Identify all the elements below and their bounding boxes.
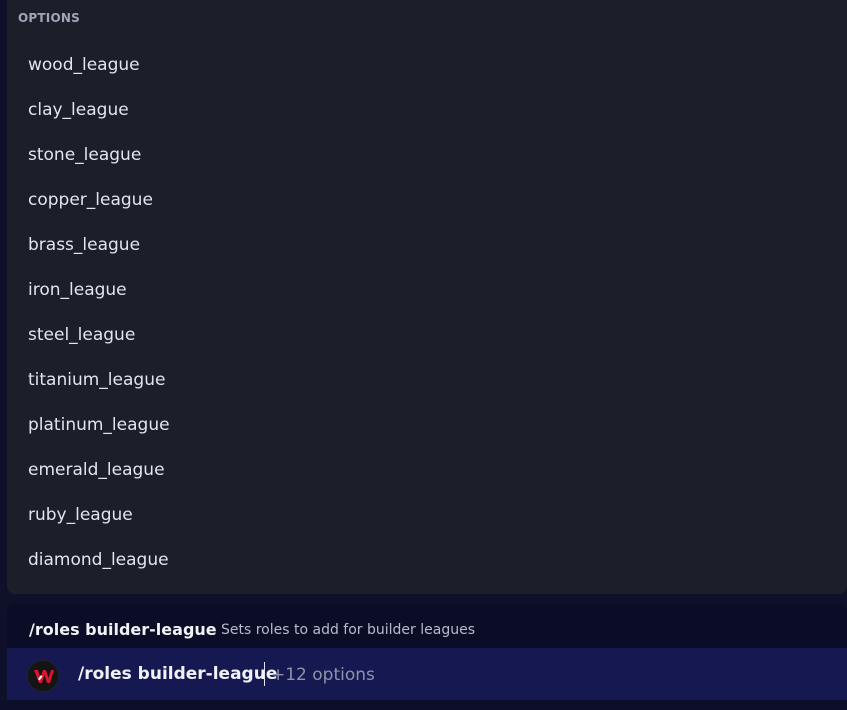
input-options-hint: +12 options: [271, 665, 375, 685]
bottom-edge: [0, 700, 847, 710]
command-suggestion[interactable]: /roles builder-league Sets roles to add …: [7, 604, 847, 648]
options-panel: OPTIONS wood_league clay_league stone_le…: [7, 0, 847, 594]
option-item[interactable]: clay_league: [7, 88, 847, 133]
option-list: wood_league clay_league stone_league cop…: [7, 43, 847, 583]
option-item[interactable]: emerald_league: [7, 448, 847, 493]
app-avatar-icon: [27, 660, 59, 692]
options-header: OPTIONS: [18, 11, 80, 25]
option-item[interactable]: ruby_league: [7, 493, 847, 538]
option-item[interactable]: steel_league: [7, 313, 847, 358]
option-item[interactable]: wood_league: [7, 43, 847, 88]
option-item[interactable]: platinum_league: [7, 403, 847, 448]
option-item[interactable]: brass_league: [7, 223, 847, 268]
option-item[interactable]: diamond_league: [7, 538, 847, 583]
command-name: /roles builder-league: [29, 620, 217, 639]
option-item[interactable]: iron_league: [7, 268, 847, 313]
command-description: Sets roles to add for builder leagues: [221, 622, 475, 638]
option-item[interactable]: stone_league: [7, 133, 847, 178]
message-input[interactable]: /roles builder-league +12 options: [7, 648, 847, 700]
option-item[interactable]: copper_league: [7, 178, 847, 223]
text-caret: [264, 662, 265, 686]
input-command-text: /roles builder-league: [78, 664, 278, 684]
option-item[interactable]: titanium_league: [7, 358, 847, 403]
